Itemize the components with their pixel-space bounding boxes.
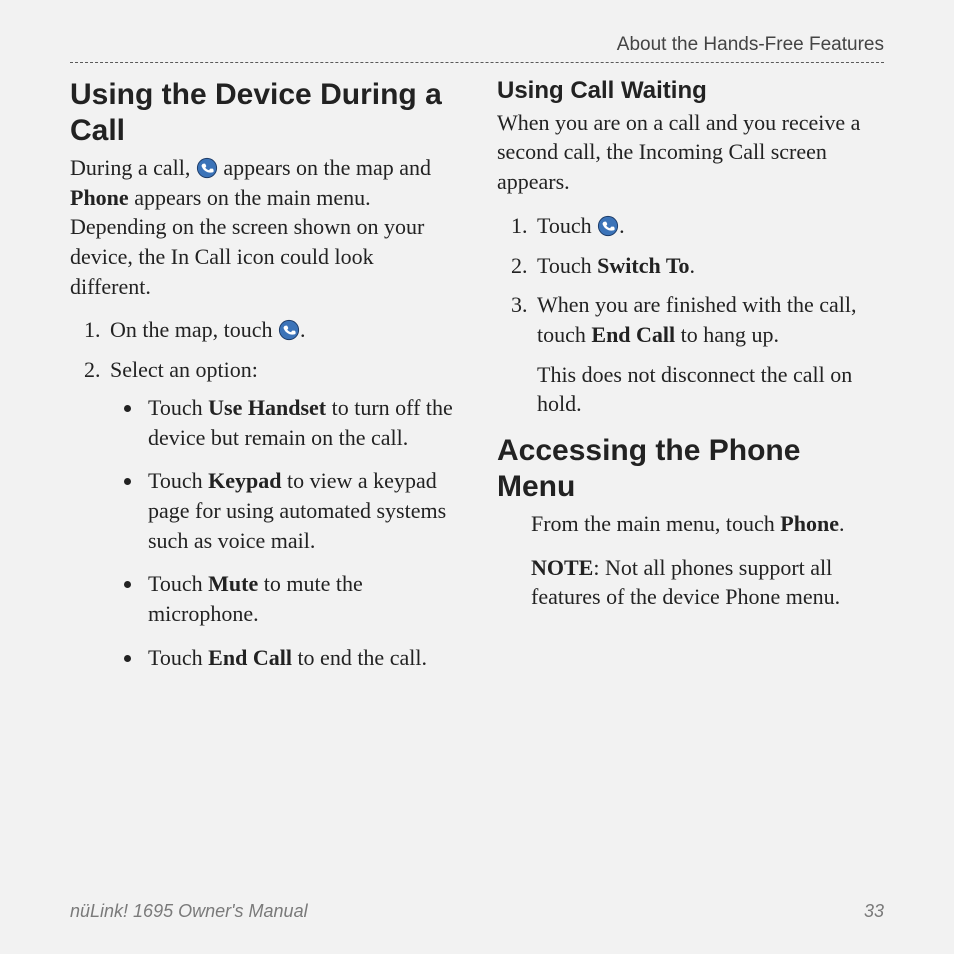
right-step-1: Touch . (533, 211, 884, 241)
right-step-2: Touch Switch To. (533, 251, 884, 281)
footer-page-number: 33 (864, 901, 884, 922)
intro-paragraph: During a call, appears on the map and Ph… (70, 153, 457, 301)
accessing-phone-menu-body: From the main menu, touch Phone. NOTE: N… (531, 509, 884, 612)
access-step: From the main menu, touch Phone. (531, 509, 884, 539)
left-step-1: On the map, touch . (106, 315, 457, 345)
heading-call-waiting: Using Call Waiting (497, 77, 884, 106)
left-options: Touch Use Handset to turn off the device… (110, 393, 457, 673)
right-column: Using Call Waiting When you are on a cal… (497, 77, 884, 686)
left-steps: On the map, touch . Select an option: To… (70, 315, 457, 672)
phone-icon (196, 157, 218, 179)
footer-title: nüLink! 1695 Owner's Manual (70, 901, 308, 922)
left-column: Using the Device During a Call During a … (70, 77, 457, 686)
section-name: About the Hands-Free Features (617, 34, 884, 55)
content-columns: Using the Device During a Call During a … (70, 77, 884, 686)
heading-using-device-during-call: Using the Device During a Call (70, 77, 457, 149)
header-divider (70, 62, 884, 63)
left-step-2: Select an option: Touch Use Handset to t… (106, 355, 457, 672)
list-item: Touch Keypad to view a keypad page for u… (144, 466, 457, 555)
call-waiting-intro: When you are on a call and you receive a… (497, 108, 884, 197)
right-step-3: When you are finished with the call, tou… (533, 290, 884, 419)
list-item: Touch Mute to mute the microphone. (144, 569, 457, 628)
page-footer: nüLink! 1695 Owner's Manual 33 (70, 901, 884, 922)
phone-icon (597, 215, 619, 237)
heading-accessing-phone-menu: Accessing the Phone Menu (497, 433, 884, 505)
right-steps: Touch . Touch Switch To. When you are fi… (497, 211, 884, 419)
phone-icon (278, 319, 300, 341)
list-item: Touch Use Handset to turn off the device… (144, 393, 457, 452)
access-note: NOTE: Not all phones support all feature… (531, 553, 884, 612)
right-step-3-note: This does not disconnect the call on hol… (537, 360, 884, 419)
running-header: About the Hands-Free Features (70, 34, 884, 62)
list-item: Touch End Call to end the call. (144, 643, 457, 673)
